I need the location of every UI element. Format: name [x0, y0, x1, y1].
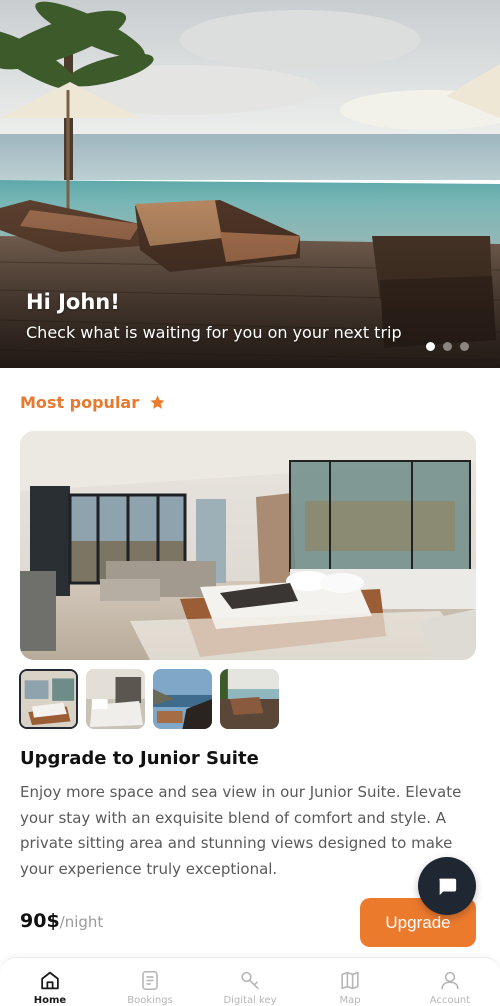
carousel-dot-3[interactable] — [460, 342, 469, 351]
offer-description: Enjoy more space and sea view in our Jun… — [20, 783, 462, 878]
hero-banner[interactable]: Hi John! Check what is waiting for you o… — [0, 0, 500, 368]
bottom-navigation: Home Bookings Digital key Map Account — [0, 957, 500, 1006]
carousel-dot-2[interactable] — [443, 342, 452, 351]
hero-greeting: Hi John! — [26, 290, 120, 314]
nav-label-account: Account — [429, 995, 471, 1006]
nav-item-account[interactable]: Account — [400, 958, 500, 1006]
thumbnail-4[interactable] — [220, 669, 279, 729]
section-title: Most popular — [20, 393, 140, 412]
price-unit: /night — [59, 913, 104, 931]
thumbnail-1[interactable] — [19, 669, 78, 729]
nav-label-home: Home — [33, 995, 67, 1006]
room-main-photo[interactable] — [20, 431, 476, 660]
thumbnail-2[interactable] — [86, 669, 145, 729]
thumbnail-3[interactable] — [153, 669, 212, 729]
nav-item-home[interactable]: Home — [0, 958, 100, 1006]
section-header: Most popular — [20, 393, 166, 412]
chat-button[interactable] — [418, 857, 476, 915]
star-icon — [150, 395, 165, 409]
map-icon — [341, 971, 359, 990]
account-icon — [441, 971, 459, 990]
price-value: 90$ — [20, 910, 60, 932]
key-icon — [241, 971, 259, 990]
hero-subtitle: Check what is waiting for you on your ne… — [26, 323, 402, 342]
price: 90$ /night — [20, 910, 103, 932]
nav-label-digital-key: Digital key — [223, 995, 277, 1006]
nav-item-bookings[interactable]: Bookings — [100, 958, 200, 1006]
nav-item-map[interactable]: Map — [300, 958, 400, 1006]
nav-item-digital-key[interactable]: Digital key — [200, 958, 300, 1006]
home-icon — [41, 971, 59, 990]
offer-title: Upgrade to Junior Suite — [20, 748, 259, 769]
nav-label-bookings: Bookings — [127, 995, 173, 1006]
nav-label-map: Map — [339, 995, 361, 1006]
carousel-indicator — [426, 342, 469, 351]
bookings-icon — [142, 970, 158, 991]
carousel-dot-1[interactable] — [426, 342, 435, 351]
thumbnail-strip — [19, 669, 279, 729]
chat-bubble-icon — [439, 878, 457, 896]
